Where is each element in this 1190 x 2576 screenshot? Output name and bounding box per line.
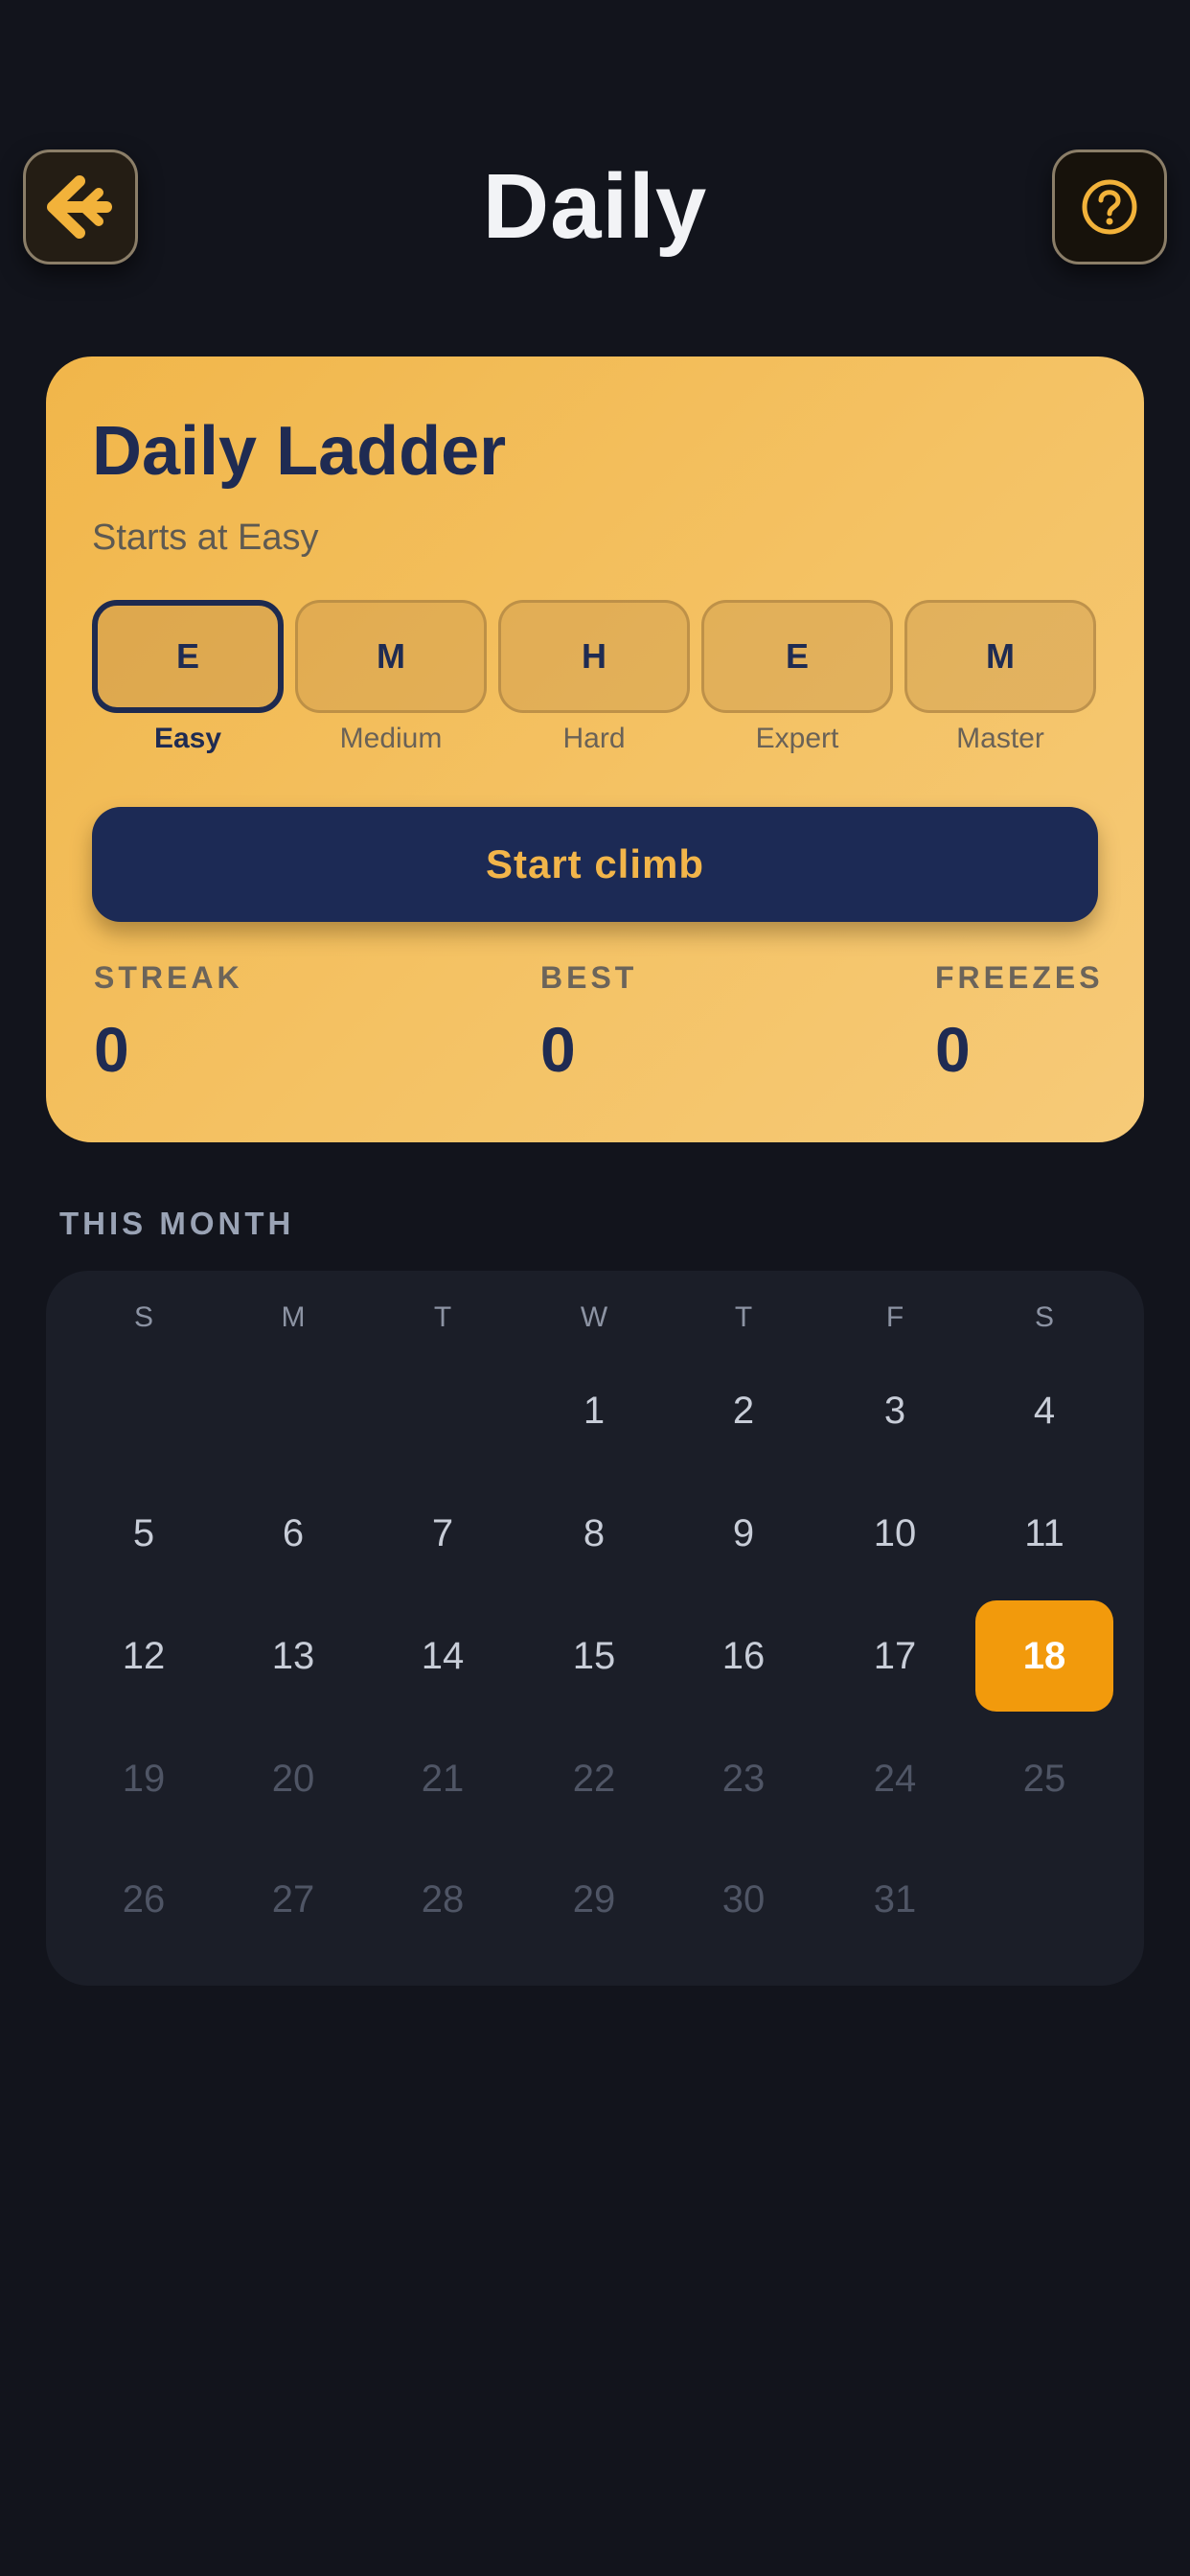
month-calendar: S M T W T F S 1 2 3 4 5 6 7 8 9 10 11 12 13 14 15 16 17 18 19 20 21… [46, 1271, 1144, 1986]
calendar-day: 25 [1022, 1757, 1066, 1800]
level-chip: H [498, 600, 690, 713]
daily-screen: Daily Daily Ladder Starts at Easy E Easy… [0, 0, 1190, 2576]
calendar-day[interactable]: 17 [826, 1600, 964, 1712]
level-label: Master [956, 723, 1044, 754]
calendar-day: 23 [721, 1757, 766, 1800]
weekday-sat: S [1034, 1301, 1054, 1333]
stat-value: 0 [540, 1014, 576, 1085]
calendar-day[interactable]: 4 [975, 1355, 1113, 1466]
calendar-day[interactable]: 13 [224, 1600, 362, 1712]
weekday-mon: M [281, 1301, 306, 1333]
stat-streak: STREAK 0 [94, 960, 243, 1086]
level-chip: M [295, 600, 487, 713]
calendar-day: 22 [572, 1757, 616, 1800]
help-button[interactable] [1052, 150, 1167, 264]
level-label: Medium [339, 723, 443, 754]
weekday-wed: W [580, 1301, 608, 1333]
level-hard[interactable]: H Hard [498, 600, 690, 763]
level-label: Expert [755, 723, 839, 754]
calendar-day[interactable]: 15 [525, 1600, 663, 1712]
calendar-day: 24 [873, 1757, 917, 1800]
stat-label: BEST [540, 960, 638, 995]
card-subtitle: Starts at Easy [92, 518, 319, 558]
weekday-sun: S [133, 1301, 153, 1333]
calendar-day[interactable]: 9 [675, 1478, 812, 1589]
level-label: Hard [562, 723, 626, 754]
calendar-day: 29 [572, 1877, 616, 1920]
calendar-day[interactable]: 10 [826, 1478, 964, 1589]
calendar-day[interactable]: 7 [374, 1478, 512, 1589]
stat-freezes: FREEZES 0 [935, 960, 1104, 1086]
page-title: Daily [482, 155, 708, 258]
level-label: Easy [153, 723, 222, 754]
level-chip: M [904, 600, 1096, 713]
difficulty-selector: E Easy M Medium H Hard E Expert M Master [92, 600, 1098, 763]
calendar-day[interactable]: 12 [75, 1600, 213, 1712]
calendar-day[interactable]: 11 [975, 1478, 1113, 1589]
card-title: Daily Ladder [92, 413, 507, 490]
calendar-day[interactable]: 5 [75, 1478, 213, 1589]
level-master[interactable]: M Master [904, 600, 1096, 763]
calendar-day: 28 [421, 1877, 465, 1920]
daily-ladder-card: Daily Ladder Starts at Easy E Easy M Med… [46, 356, 1144, 1142]
weekday-thu: T [734, 1301, 753, 1333]
level-chip: E [701, 600, 893, 713]
level-expert[interactable]: E Expert [701, 600, 893, 763]
stat-value: 0 [94, 1014, 129, 1085]
weekday-fri: F [885, 1301, 904, 1333]
calendar-day: 27 [271, 1877, 315, 1920]
calendar-day[interactable]: 1 [525, 1355, 663, 1466]
section-label: THIS MONTH [59, 1206, 295, 1241]
calendar-day: 21 [421, 1757, 465, 1800]
stat-best: BEST 0 [540, 960, 637, 1086]
stat-label: FREEZES [935, 960, 1104, 995]
help-circle-icon [1082, 179, 1137, 235]
level-easy[interactable]: E Easy [92, 600, 284, 763]
calendar-day: 31 [873, 1877, 917, 1920]
calendar-day[interactable]: 16 [675, 1600, 812, 1712]
calendar-day[interactable]: 14 [374, 1600, 512, 1712]
calendar-day[interactable]: 3 [826, 1355, 964, 1466]
calendar-day: 26 [122, 1877, 166, 1920]
start-climb-button[interactable]: Start climb [92, 807, 1098, 922]
calendar-day[interactable]: 6 [224, 1478, 362, 1589]
calendar-day: 20 [271, 1757, 315, 1800]
calendar-day[interactable]: 2 [675, 1355, 812, 1466]
stat-label: STREAK [94, 960, 243, 995]
calendar-day-today[interactable]: 18 [975, 1600, 1113, 1712]
weekday-tue: T [433, 1301, 452, 1333]
calendar-day[interactable]: 8 [525, 1478, 663, 1589]
level-medium[interactable]: M Medium [295, 600, 487, 763]
calendar-day: 19 [122, 1757, 166, 1800]
calendar-day: 30 [721, 1877, 766, 1920]
level-chip: E [92, 600, 284, 713]
stat-value: 0 [935, 1014, 971, 1085]
